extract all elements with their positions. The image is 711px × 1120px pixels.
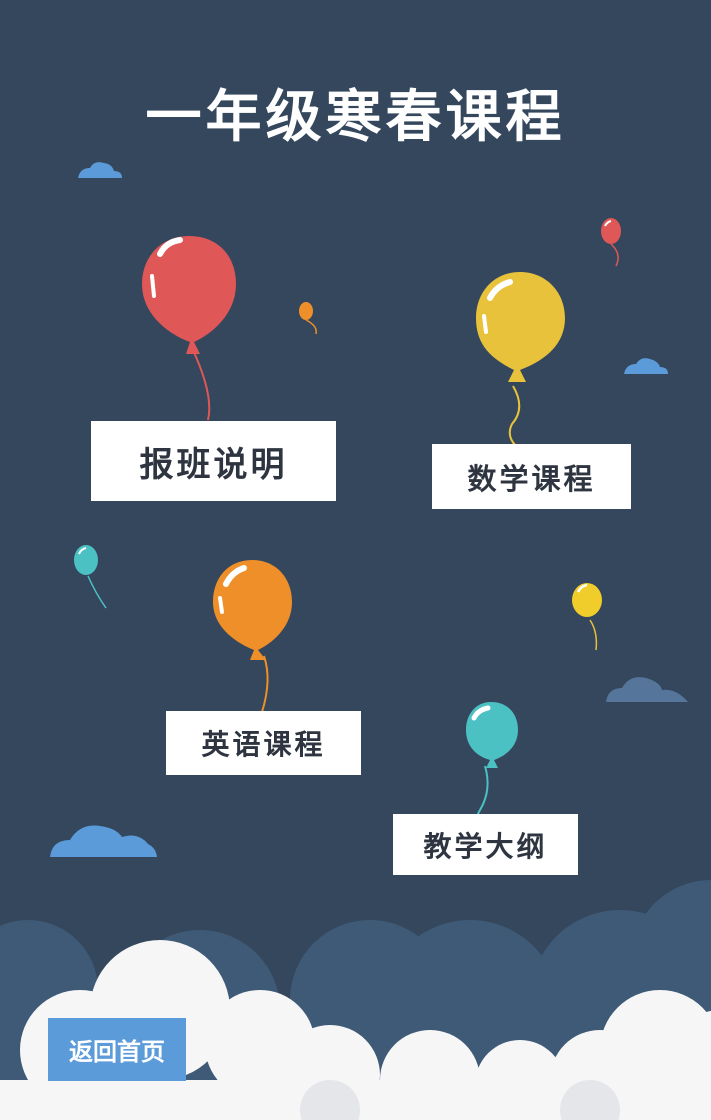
cloud-icon <box>78 162 122 178</box>
page-title: 一年级寒春课程 <box>145 85 566 150</box>
balloon-icon <box>299 302 318 335</box>
balloon-icon <box>213 560 292 713</box>
balloon-icon <box>601 218 621 267</box>
background-illustration <box>0 162 711 1120</box>
balloon-icon <box>476 272 565 447</box>
balloon-icon <box>572 583 602 651</box>
math-course-button[interactable]: 数学课程 <box>432 444 631 509</box>
english-course-button[interactable]: 英语课程 <box>166 711 361 775</box>
back-home-button[interactable]: 返回首页 <box>48 1018 186 1081</box>
balloon-icon <box>142 236 236 421</box>
balloon-icon <box>74 545 107 609</box>
registration-info-button[interactable]: 报班说明 <box>91 421 336 501</box>
cloud-icon <box>50 825 157 857</box>
cloud-icon <box>606 677 688 702</box>
syllabus-button[interactable]: 教学大纲 <box>393 814 578 875</box>
balloon-icon <box>466 702 518 833</box>
cloud-icon <box>624 358 668 374</box>
